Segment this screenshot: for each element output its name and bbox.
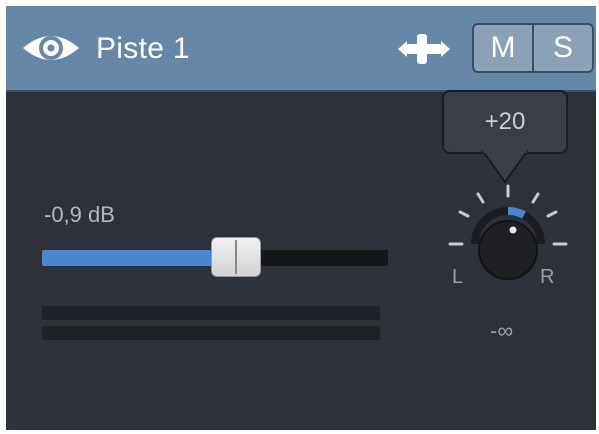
- pan-tooltip: +20: [442, 90, 568, 154]
- pan-left-label: L: [452, 266, 464, 288]
- mute-solo-group: M S: [472, 23, 594, 73]
- track-name[interactable]: Piste 1: [96, 32, 190, 66]
- volume-fader[interactable]: [42, 237, 388, 277]
- track-header: Piste 1 M S: [6, 6, 596, 92]
- pan-tooltip-pointer: [480, 149, 530, 184]
- mute-button[interactable]: M: [474, 25, 532, 71]
- volume-fader-handle[interactable]: [210, 237, 261, 277]
- track-panel: Piste 1 M S -0,9 dB +20 L R -∞: [6, 6, 596, 430]
- solo-button[interactable]: S: [532, 25, 592, 71]
- volume-db-readout: -0,9 dB: [44, 202, 115, 227]
- move-handle-icon[interactable]: [398, 30, 452, 68]
- level-meter-right: [42, 326, 380, 340]
- pan-right-label: R: [540, 266, 555, 288]
- volume-fader-fill: [42, 250, 211, 266]
- eye-icon[interactable]: [20, 28, 82, 68]
- pan-readout: -∞: [490, 318, 514, 343]
- level-meter-left: [42, 306, 380, 320]
